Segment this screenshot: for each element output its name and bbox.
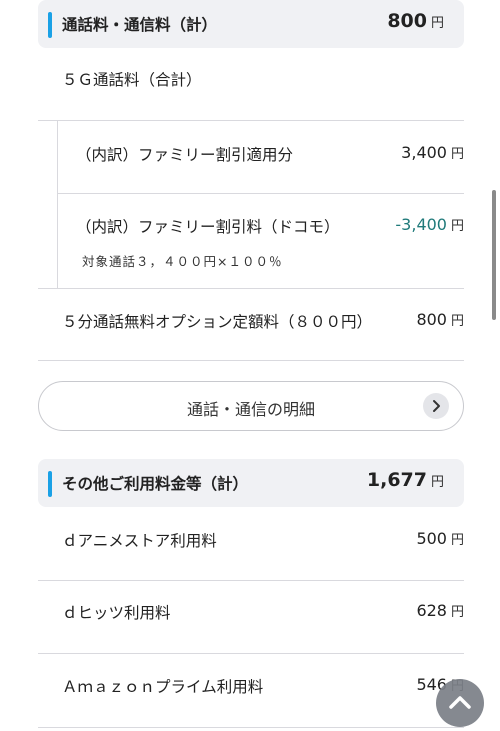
item-label: ｄアニメストア利用料 xyxy=(62,532,217,550)
item-label: ｄヒッツ利用料 xyxy=(62,604,171,622)
item-amount: 500 xyxy=(416,529,447,548)
option-fee-label: ５分通話無料オプション定額料（８００円） xyxy=(62,313,373,331)
item-label: Ａｍａｚｏｎプライム利用料 xyxy=(62,678,264,696)
yen-unit: 円 xyxy=(450,533,464,548)
call-detail-button-label: 通話・通信の明細 xyxy=(186,400,315,419)
section-accent-bar xyxy=(48,471,52,497)
call-detail-button[interactable]: 通話・通信の明細 xyxy=(38,381,464,431)
5g-call-subtotal-label: ５Ｇ通話料（合計） xyxy=(62,71,202,89)
yen-unit: 円 xyxy=(430,16,444,31)
item-value: 500 円 xyxy=(416,529,464,548)
breakdown-amount: 3,400 xyxy=(401,143,447,162)
divider xyxy=(38,653,464,654)
item-value: 628 円 xyxy=(416,601,464,620)
section-accent-bar xyxy=(48,12,52,38)
option-fee-amount: 800 xyxy=(416,310,447,329)
page-scrollbar[interactable] xyxy=(492,190,496,320)
breakdown-amount: -3,400 xyxy=(395,215,447,234)
divider xyxy=(38,580,464,581)
discount-target-note: 対象通話３，４００円×１００％ xyxy=(82,254,283,269)
breakdown-label: （内訳）ファミリー割引適用分 xyxy=(76,146,294,164)
call-charges-total: 800 円 xyxy=(387,10,444,32)
chevron-right-icon xyxy=(423,393,449,419)
other-charges-header: その他ご利用料金等（計） 1,677 円 xyxy=(38,459,464,507)
divider xyxy=(57,193,464,194)
yen-unit: 円 xyxy=(430,475,444,490)
breakdown-value: 3,400 円 xyxy=(401,143,464,162)
yen-unit: 円 xyxy=(450,219,464,234)
option-fee-value: 800 円 xyxy=(416,310,464,329)
yen-unit: 円 xyxy=(450,314,464,329)
call-charges-amount: 800 xyxy=(387,10,427,32)
divider xyxy=(38,360,464,361)
yen-unit: 円 xyxy=(450,147,464,162)
call-charges-header: 通話料・通信料（計） 800 円 xyxy=(38,0,464,48)
chevron-up-icon xyxy=(449,696,471,709)
other-charges-total: 1,677 円 xyxy=(367,469,444,491)
yen-unit: 円 xyxy=(450,605,464,620)
breakdown-value: -3,400 円 xyxy=(395,215,464,234)
divider xyxy=(38,727,464,728)
divider xyxy=(38,288,464,289)
divider xyxy=(38,120,464,121)
call-charges-title: 通話料・通信料（計） xyxy=(62,16,218,34)
breakdown-label: （内訳）ファミリー割引料（ドコモ） xyxy=(76,218,340,236)
other-charges-amount: 1,677 xyxy=(366,469,427,491)
breakdown-indent-line xyxy=(57,121,58,288)
other-charges-title: その他ご利用料金等（計） xyxy=(62,475,249,493)
item-amount: 628 xyxy=(416,601,447,620)
scroll-top-button[interactable] xyxy=(436,679,484,727)
